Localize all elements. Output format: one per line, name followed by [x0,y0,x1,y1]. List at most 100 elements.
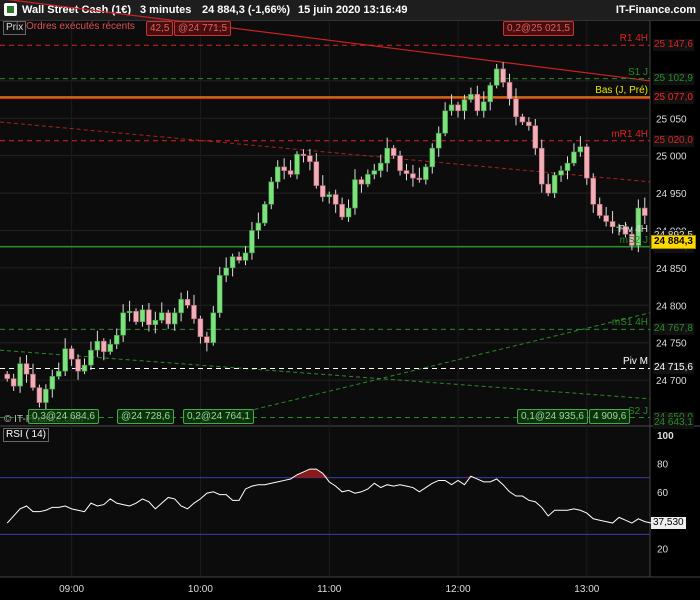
rsi-tick-label: 60 [657,488,669,499]
candle [468,94,474,100]
level-name: Piv M [623,356,648,368]
candle [481,101,487,112]
candle [184,299,191,306]
candle [178,299,184,314]
candle [10,378,17,387]
candle [262,203,268,224]
candle [146,309,152,326]
candle [287,170,294,175]
candle [204,336,210,344]
executed-order-tag[interactable]: 0,3@24 684,6 [28,409,99,424]
candle [377,162,384,171]
candle [120,312,126,336]
candle [223,267,229,276]
candle [94,340,101,351]
candle [274,166,281,183]
candle [519,116,526,123]
candle [358,179,365,185]
candle [171,312,178,325]
candle [43,388,49,403]
candle [307,155,313,162]
candle [68,348,75,360]
candle [461,99,468,112]
candle [229,256,236,269]
candle [133,310,139,323]
candle [545,183,551,194]
candle [249,230,255,254]
executed-order-tag[interactable]: 42,5 [146,21,174,36]
candle [642,207,648,216]
level-price-label: 25 102,9 [653,72,694,85]
candle [609,221,616,228]
rsi-tick-label: 100 [657,431,674,442]
candle [513,98,519,118]
candle [448,104,455,112]
candle [526,121,532,127]
candle [159,312,165,321]
candle [435,132,442,149]
candle [255,222,262,231]
candle [551,174,558,194]
candle [577,146,584,153]
candle [49,376,56,390]
rsi-label: RSI ( 14) [3,428,50,442]
candle [429,147,436,168]
x-tick-label: 09:00 [59,584,84,595]
level-price-label: 24 767,8 [653,323,694,336]
candle [191,304,197,320]
candle [584,146,590,179]
executed-order-tag[interactable]: @24 728,6 [117,409,175,424]
candle [17,363,23,387]
executed-order-tag[interactable]: 0,2@25 021,5 [503,21,574,36]
candle [558,170,564,176]
candle [23,363,30,375]
candle [210,312,217,344]
level-name: mR1 4H [611,128,648,140]
candle [397,155,403,171]
candle [75,358,81,372]
y-tick-label: 25 000 [656,152,687,163]
candle [88,349,94,366]
candle [352,179,358,209]
candle [216,275,223,314]
candle [126,310,133,314]
level-name: S1 J [627,66,648,78]
candle [345,207,352,218]
candle [101,340,107,352]
candle [113,334,120,345]
candle [500,68,506,83]
candle [62,348,68,372]
candle [332,194,339,205]
candle [596,203,603,216]
y-tick-label: 24 750 [656,339,687,350]
candle [165,312,171,325]
rsi-value-tag: 37,530 [651,517,686,530]
candle [493,68,500,86]
executed-order-tag[interactable]: @24 771,5 [174,21,232,36]
candle [532,125,539,149]
y-tick-label: 24 850 [656,264,687,275]
candle [281,166,287,171]
executed-order-tag[interactable]: 0,1@24 935,6 [517,409,588,424]
candle [294,153,300,175]
candle [384,147,390,164]
x-tick-label: 11:00 [317,584,342,595]
candle [313,161,320,186]
candle [564,162,571,171]
candle [107,343,114,352]
level-price-label: 24 643,1 [653,416,694,429]
candle [55,370,62,377]
candle [300,153,307,156]
executed-order-tag[interactable]: 4 909,6 [589,409,631,424]
candle [81,364,88,372]
executed-order-tag[interactable]: 0,2@24 764,1 [183,409,254,424]
candle [365,174,371,185]
candle [242,252,249,261]
candle [410,173,416,179]
candle [571,151,577,164]
rsi-tick-label: 80 [657,459,669,470]
candle [423,166,429,180]
candle [487,85,493,103]
level-name: mS2 J [619,234,648,246]
candle [152,319,159,326]
